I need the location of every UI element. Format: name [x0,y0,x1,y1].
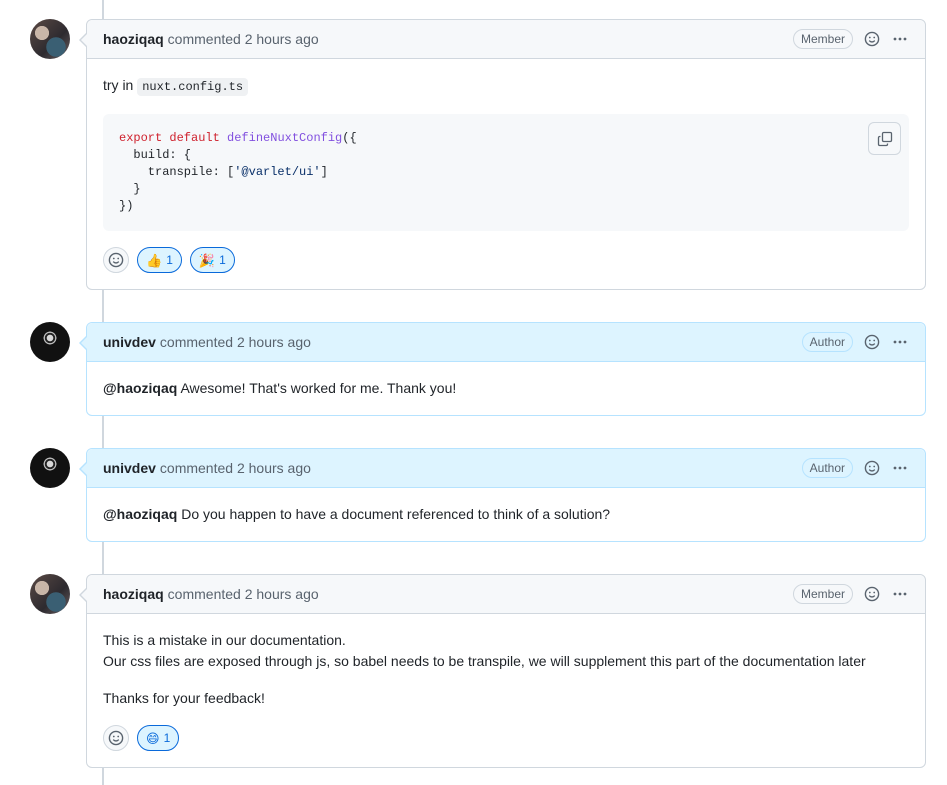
reaction-tada[interactable]: 🎉 1 [189,247,235,273]
comment-text-line: Thanks for your feedback! [103,690,265,706]
tada-icon: 🎉 [198,252,216,268]
add-reaction-button[interactable] [103,247,129,273]
comment-timestamp[interactable]: commented 2 hours ago [168,586,319,602]
comment-box: univdev commented 2 hours ago Author @ha… [79,448,926,542]
smiley-icon [108,252,124,268]
comment-text-line: Our css files are exposed through js, so… [103,653,866,669]
comment-body: This is a mistake in our documentation. … [87,614,925,709]
kebab-horizontal-icon[interactable] [891,585,909,603]
add-reaction-button[interactable] [103,725,129,751]
code-token: ({ [342,131,357,145]
smiley-icon[interactable] [863,30,881,48]
avatar[interactable] [30,448,70,488]
smiley-icon [108,730,124,746]
comment-text: try in nuxt.config.ts [103,75,909,98]
code-token: } [119,182,141,196]
avatar[interactable] [30,574,70,614]
comment-timestamp[interactable]: commented 2 hours ago [160,334,311,350]
comment-timestamp[interactable]: commented 2 hours ago [160,460,311,476]
role-badge: Member [792,29,853,49]
comment-box: haoziqaq commented 2 hours ago Member Th… [79,574,926,768]
comment-text: @haoziqaq Awesome! That's worked for me.… [103,378,909,399]
user-mention[interactable]: @haoziqaq [103,506,177,522]
comment-header: haoziqaq commented 2 hours ago Member [87,575,925,614]
reactions-bar: 😄 1 [87,709,925,767]
reaction-thumbs-up[interactable]: 👍 1 [137,247,182,273]
comment-body: @haoziqaq Do you happen to have a docume… [87,488,925,525]
kebab-horizontal-icon[interactable] [891,333,909,351]
comment-header: univdev commented 2 hours ago Author [87,449,925,488]
comment-text-content: Awesome! That's worked for me. Thank you… [177,380,457,396]
code-token: ] [320,165,328,179]
code-token: transpile: [ [119,165,235,179]
user-mention[interactable]: @haoziqaq [103,380,177,396]
comment-header: univdev commented 2 hours ago Author [87,323,925,362]
comment-text-content: Do you happen to have a document referen… [177,506,611,522]
comment-timestamp[interactable]: commented 2 hours ago [168,31,319,47]
kebab-horizontal-icon[interactable] [891,30,909,48]
role-badge: Author [801,458,853,478]
code-token: build: { [119,148,192,162]
reaction-laugh[interactable]: 😄 1 [137,725,180,751]
smiley-icon[interactable] [863,585,881,603]
role-badge: Member [792,584,853,604]
comment-box: univdev commented 2 hours ago Author @ha… [79,322,926,416]
laugh-icon: 😄 [146,730,160,746]
comment-author-link[interactable]: univdev [103,460,156,476]
reaction-count: 1 [166,253,173,267]
smiley-icon[interactable] [863,333,881,351]
code-token: }) [119,199,134,213]
comment-author-link[interactable]: univdev [103,334,156,350]
comment-text: @haoziqaq Do you happen to have a docume… [103,504,909,525]
inline-code: nuxt.config.ts [137,78,249,96]
code-token: defineNuxtConfig [227,131,343,145]
copy-icon [877,131,893,147]
kebab-horizontal-icon[interactable] [891,459,909,477]
code-token: '@varlet/ui' [234,165,321,179]
comment-author-link[interactable]: haoziqaq [103,31,164,47]
code-token: export default [119,131,228,145]
comment-header: haoziqaq commented 2 hours ago Member [87,20,925,59]
text-prefix: try in [103,77,134,93]
role-badge: Author [801,332,853,352]
comment-text-line: This is a mistake in our documentation. [103,632,346,648]
thumbs-up-icon: 👍 [146,252,163,268]
copy-button[interactable] [868,122,901,155]
smiley-icon[interactable] [863,459,881,477]
avatar[interactable] [30,322,70,362]
comment-body: @haoziqaq Awesome! That's worked for me.… [87,362,925,399]
reactions-bar: 👍 1 🎉 1 [87,231,925,289]
comment-box: haoziqaq commented 2 hours ago Member tr… [79,19,926,290]
avatar[interactable] [30,19,70,59]
reaction-count: 1 [219,253,226,267]
comment-body: try in nuxt.config.ts export default def… [87,59,925,231]
code-block: export default defineNuxtConfig({ build:… [103,114,909,231]
reaction-count: 1 [163,731,171,745]
comment-author-link[interactable]: haoziqaq [103,586,164,602]
